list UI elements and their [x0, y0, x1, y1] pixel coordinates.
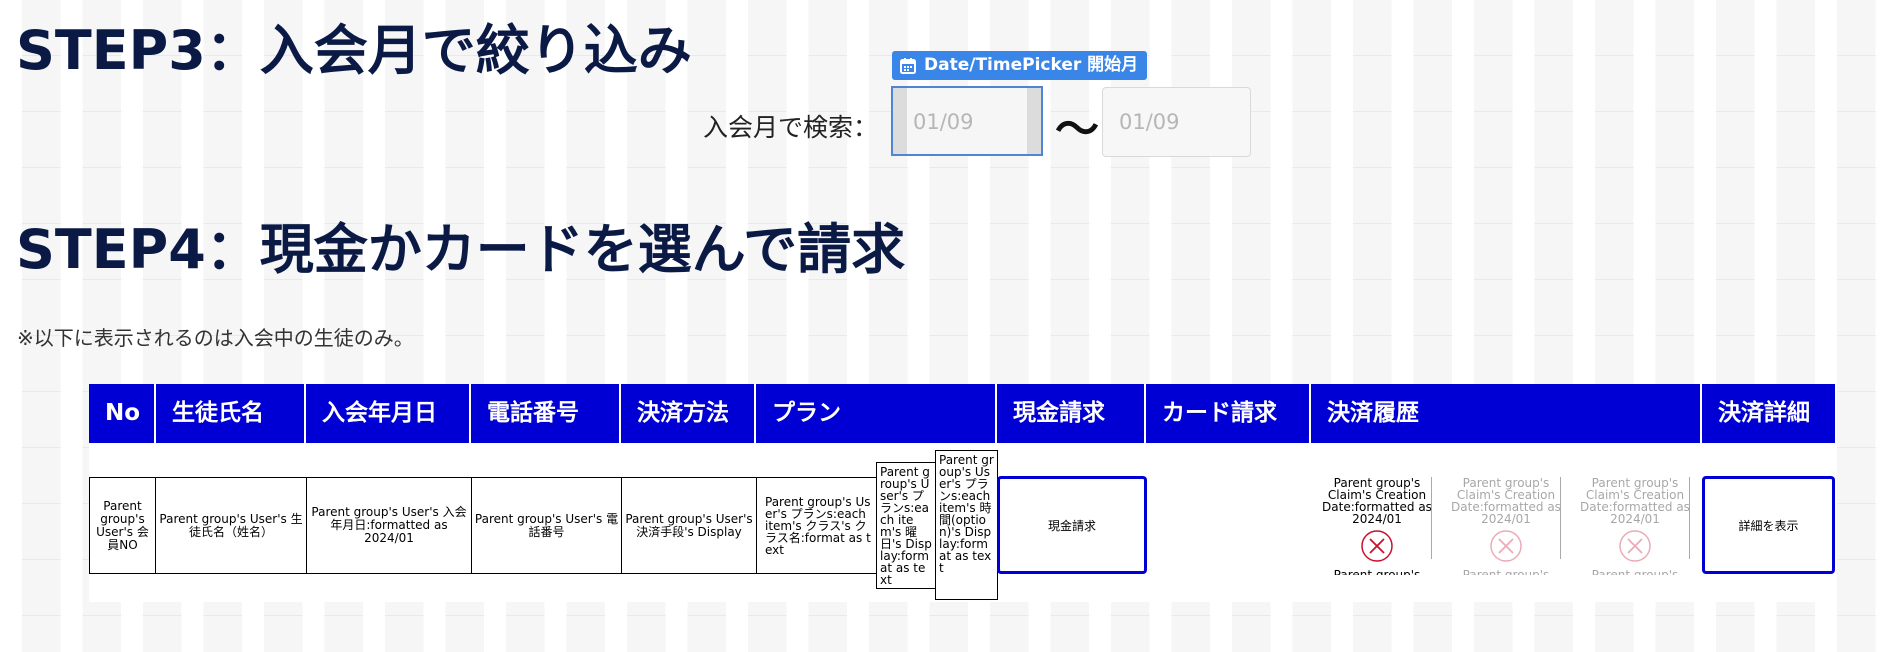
step3-title: STEP3：入会月で絞り込み: [16, 19, 692, 82]
cell-plan-time: Parent group's User's プランs:each item's 時…: [935, 450, 998, 600]
payment-history-item: Parent group's Claim's Creation Date:for…: [1442, 477, 1570, 585]
header-payment-history: 決済履歴: [1311, 384, 1702, 443]
datetime-picker-badge-label: Date/TimePicker 開始月: [924, 55, 1139, 75]
header-phone: 電話番号: [471, 384, 621, 443]
header-payment-method: 決済方法: [621, 384, 756, 443]
header-join-date: 入会年月日: [306, 384, 471, 443]
history-divider: [1431, 477, 1432, 559]
header-no: No: [89, 384, 156, 443]
cell-join-date: Parent group's User's 入会年月日:formatted as…: [306, 477, 472, 574]
calendar-icon: [900, 57, 916, 74]
cell-plan-day: Parent group's User's プランs:each item's 曜…: [876, 462, 936, 589]
header-payment-detail: 決済詳細: [1718, 400, 1810, 426]
cell-phone: Parent group's User's 電話番号: [471, 477, 622, 574]
table-header-row: No 生徒氏名 入会年月日 電話番号 決済方法 プラン 現金請求 カード請求 決…: [89, 384, 1835, 443]
student-table: No 生徒氏名 入会年月日 電話番号 決済方法 プラン 現金請求 カード請求 決…: [89, 384, 1835, 602]
cancel-x-icon[interactable]: [1618, 529, 1652, 563]
active-students-note: ※以下に表示されるのは入会中の生徒のみ。: [17, 326, 414, 350]
history-cut-text: Parent group's: [1571, 569, 1699, 575]
history-date-text: Parent group's Claim's Creation Date:for…: [1451, 477, 1561, 526]
history-cut-text: Parent group's: [1442, 569, 1570, 575]
header-student-name: 生徒氏名: [156, 384, 306, 443]
cancel-x-icon[interactable]: [1489, 529, 1523, 563]
cell-member-no: Parent group's User's 会員NO: [89, 477, 156, 574]
cash-billing-button[interactable]: 現金請求: [997, 476, 1147, 574]
history-date-text: Parent group's Claim's Creation Date:for…: [1580, 477, 1690, 526]
cell-plan-class: Parent group's User's プランs:each item's ク…: [756, 477, 877, 574]
show-detail-button[interactable]: 詳細を表示: [1702, 476, 1835, 574]
join-month-filter-label: 入会月で検索：: [703, 113, 879, 142]
header-card-billing: カード請求: [1146, 384, 1311, 443]
payment-history-item: Parent group's Claim's Creation Date:for…: [1571, 477, 1699, 585]
datetime-picker-badge: Date/TimePicker 開始月: [892, 51, 1148, 80]
header-plan: プラン: [756, 384, 997, 443]
end-month-input[interactable]: 01/09: [1102, 87, 1251, 157]
step4-title: STEP4：現金かカードを選んで請求: [16, 218, 906, 281]
range-separator: 〜: [1055, 104, 1099, 155]
cell-student-name: Parent group's User's 生徒氏名（姓名）: [155, 477, 307, 574]
payment-history-item: Parent group's Claim's Creation Date:for…: [1313, 477, 1441, 585]
cell-payment-method: Parent group's User's 決済手段's Display: [621, 477, 757, 574]
start-month-input[interactable]: 01/09: [891, 86, 1043, 156]
cancel-x-icon[interactable]: [1360, 529, 1394, 563]
history-divider: [1689, 477, 1690, 559]
history-divider: [1560, 477, 1561, 559]
history-cut-text: Parent group's: [1313, 569, 1441, 575]
header-cash-billing: 現金請求: [997, 384, 1146, 443]
history-date-text: Parent group's Claim's Creation Date:for…: [1322, 477, 1432, 526]
